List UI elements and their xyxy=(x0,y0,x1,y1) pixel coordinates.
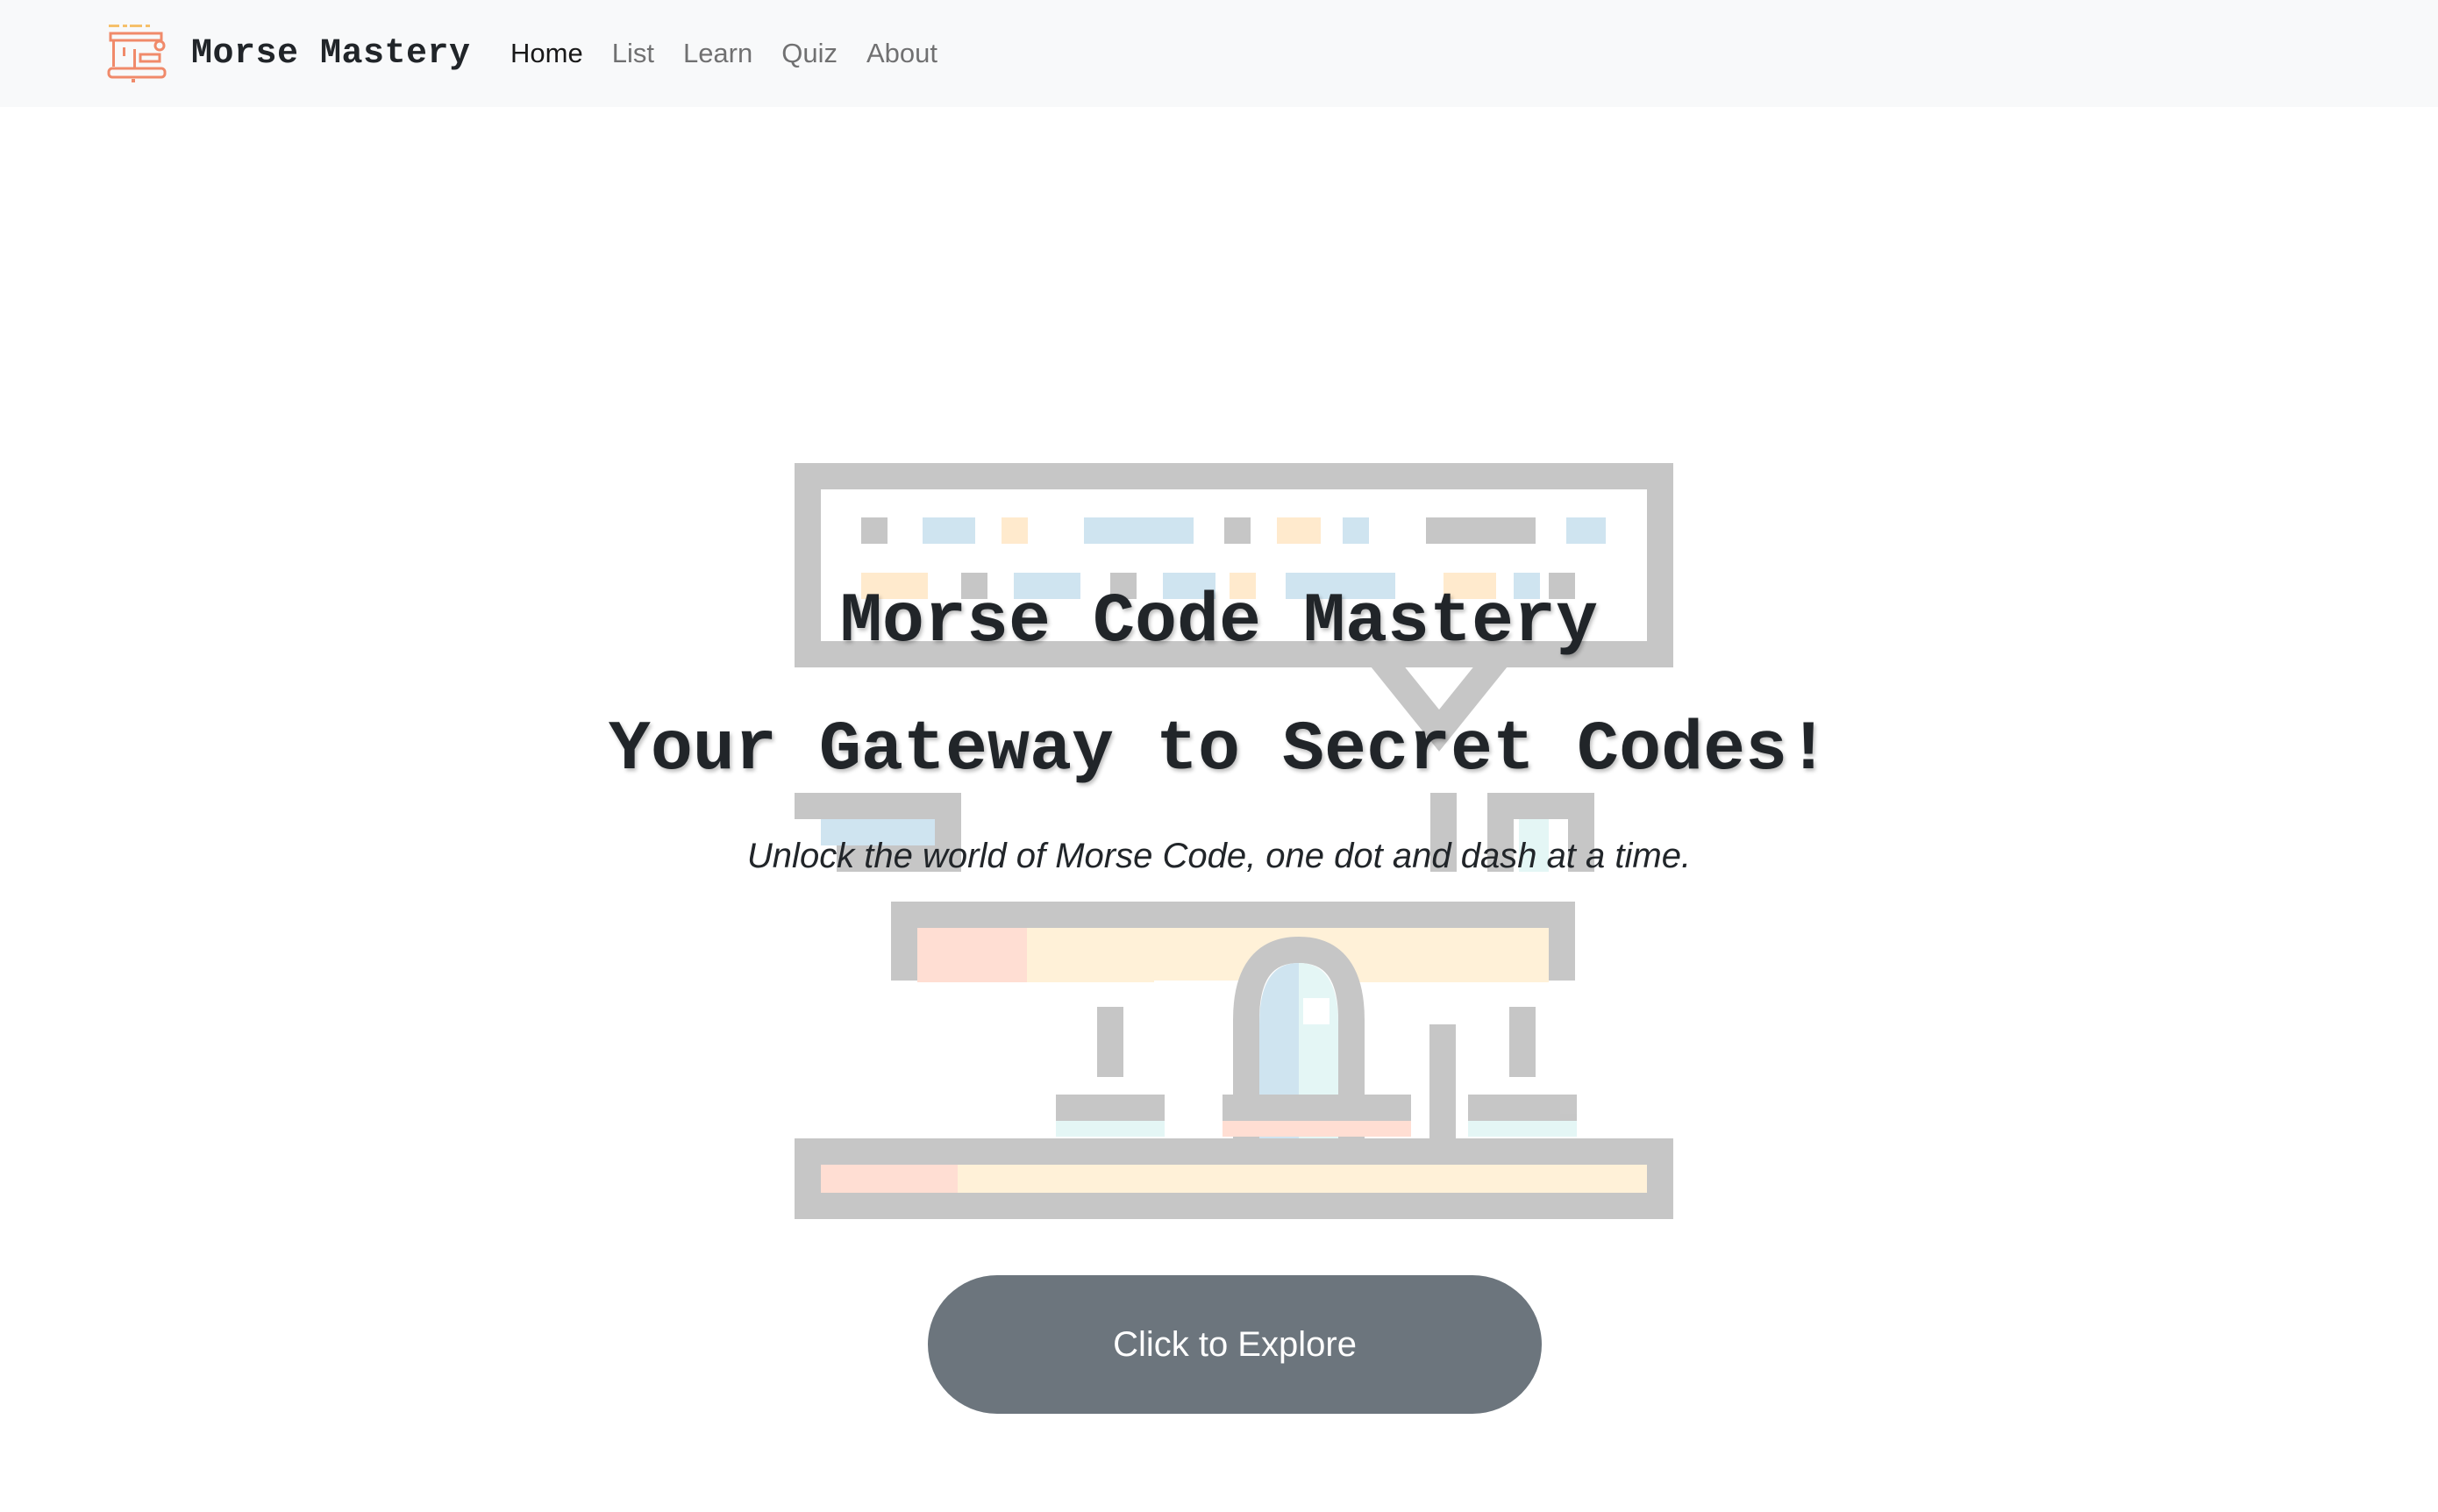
telegraph-key-icon xyxy=(107,25,167,82)
hero-title: Morse Code Mastery xyxy=(839,582,1599,662)
hero-tagline: Unlock the world of Morse Code, one dot … xyxy=(746,837,1692,875)
nav-link-about[interactable]: About xyxy=(866,32,937,75)
hero-section: Morse Code Mastery Your Gateway to Secre… xyxy=(0,107,2438,1512)
nav-links: Home List Learn Quiz About xyxy=(510,32,966,75)
explore-button[interactable]: Click to Explore xyxy=(928,1275,1542,1414)
nav-link-home[interactable]: Home xyxy=(510,32,583,75)
nav-link-learn[interactable]: Learn xyxy=(683,32,752,75)
navbar: Morse Mastery Home List Learn Quiz About xyxy=(0,0,2438,107)
brand[interactable]: Morse Mastery xyxy=(107,23,471,84)
nav-link-quiz[interactable]: Quiz xyxy=(781,32,838,75)
brand-name: Morse Mastery xyxy=(191,33,471,74)
hero-subtitle: Your Gateway to Secret Codes! xyxy=(608,710,1830,790)
nav-link-list[interactable]: List xyxy=(612,32,654,75)
